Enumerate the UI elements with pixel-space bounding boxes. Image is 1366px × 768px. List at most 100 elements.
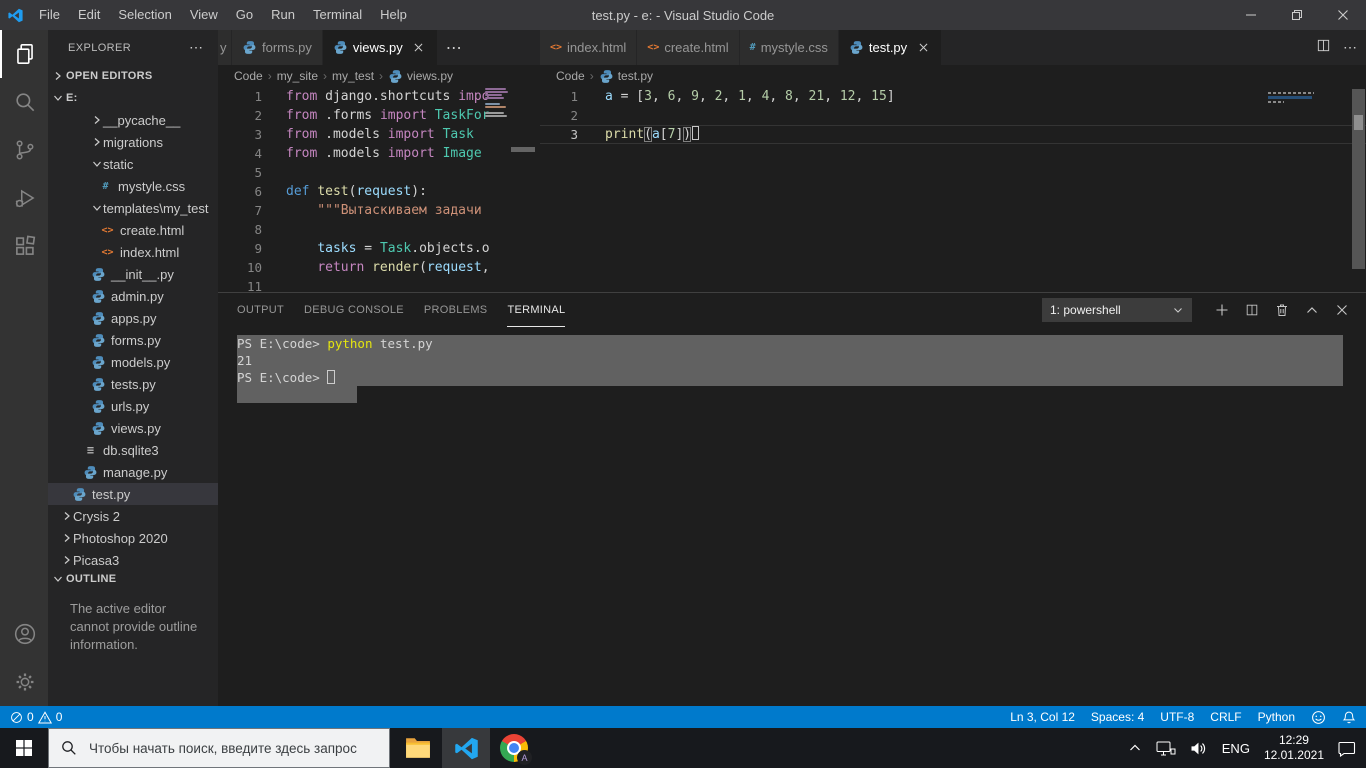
tree-item-photoshop-2020[interactable]: Photoshop 2020 <box>48 527 218 549</box>
menu-run[interactable]: Run <box>262 7 304 22</box>
panel-tab-problems[interactable]: PROBLEMS <box>424 293 488 327</box>
status-ln[interactable]: Ln 3, Col 12 <box>1010 710 1075 724</box>
python-file-icon <box>333 40 348 55</box>
tree-item-migrations[interactable]: migrations <box>48 131 218 153</box>
tree-item-urls-py[interactable]: urls.py <box>48 395 218 417</box>
tree-item-models-py[interactable]: models.py <box>48 351 218 373</box>
editor-area: y forms.py views.py ⋯ Code › my_site › my_test ›… <box>218 30 1366 292</box>
action-center-icon[interactable] <box>1338 740 1356 757</box>
open-editors-section[interactable]: OPEN EDITORS <box>48 65 218 87</box>
tree-item-manage-py[interactable]: manage.py <box>48 461 218 483</box>
breadcrumb[interactable]: Code › my_site › my_test › views.py <box>218 65 540 87</box>
menu-edit[interactable]: Edit <box>69 7 109 22</box>
status-python[interactable]: Python <box>1258 710 1295 724</box>
file-explorer-taskbar-button[interactable] <box>394 728 442 768</box>
close-tab-icon[interactable] <box>915 40 931 56</box>
tab-create-html[interactable]: <> create.html <box>637 30 740 65</box>
kill-terminal-button[interactable] <box>1272 300 1292 320</box>
python-file-icon <box>71 487 88 502</box>
editor-group-right[interactable]: <> index.html <> create.html # mystyle.css tes… <box>540 30 1366 292</box>
menu-terminal[interactable]: Terminal <box>304 7 371 22</box>
taskbar-clock[interactable]: 12:29 12.01.2021 <box>1264 733 1324 763</box>
tab-y[interactable]: y <box>218 30 232 65</box>
vertical-scrollbar[interactable] <box>1352 89 1365 269</box>
status-spaces[interactable]: Spaces: 4 <box>1091 710 1144 724</box>
problems-indicator[interactable]: 0 0 <box>10 710 62 724</box>
source-control-activity-icon[interactable] <box>0 126 48 174</box>
code-editor-test[interactable]: 1a = [3, 6, 9, 2, 1, 4, 8, 21, 12, 15] 2 3… <box>540 87 1366 292</box>
minimize-button[interactable] <box>1228 0 1274 30</box>
close-tab-icon[interactable] <box>411 40 427 56</box>
scrollbar-slider[interactable] <box>511 147 535 152</box>
debug-activity-icon[interactable] <box>0 174 48 222</box>
terminal[interactable]: PS E:\code> python test.py 21 PS E:\code> <box>218 327 1366 403</box>
menu-go[interactable]: Go <box>227 7 262 22</box>
minimap[interactable] <box>485 88 510 118</box>
restore-button[interactable] <box>1274 0 1320 30</box>
tree-item-views-py[interactable]: views.py <box>48 417 218 439</box>
gear-activity-icon[interactable] <box>0 658 48 706</box>
new-terminal-button[interactable] <box>1212 300 1232 320</box>
tree-item-db-sqlite3[interactable]: ≡ db.sqlite3 <box>48 439 218 461</box>
split-terminal-button[interactable] <box>1242 300 1262 320</box>
vscode-taskbar-button[interactable] <box>442 728 490 768</box>
panel-tab-output[interactable]: OUTPUT <box>237 293 284 327</box>
tree-item-tests-py[interactable]: tests.py <box>48 373 218 395</box>
tree-item-forms-py[interactable]: forms.py <box>48 329 218 351</box>
tab-views-py[interactable]: views.py <box>322 30 438 65</box>
tree-item-create-html[interactable]: <> create.html <box>48 219 218 241</box>
network-icon[interactable] <box>1156 740 1176 757</box>
menu-selection[interactable]: Selection <box>109 7 180 22</box>
panel-tab-debug-console[interactable]: DEBUG CONSOLE <box>304 293 404 327</box>
menu-view[interactable]: View <box>181 7 227 22</box>
notifications-bell-icon[interactable] <box>1342 710 1356 725</box>
folder-section-header[interactable]: E: <box>48 87 218 109</box>
chrome-taskbar-button[interactable]: A <box>490 728 538 768</box>
explorer-more-actions-button[interactable]: ⋯ <box>189 39 204 56</box>
tree-item-static[interactable]: static <box>48 153 218 175</box>
tab-overflow-button[interactable]: ⋯ <box>438 30 470 65</box>
status-crlf[interactable]: CRLF <box>1210 710 1241 724</box>
tree-item-mystyle-css[interactable]: # mystyle.css <box>48 175 218 197</box>
extensions-activity-icon[interactable] <box>0 222 48 270</box>
code-line-9: 9 tasks = Task.objects.o <box>254 241 490 256</box>
python-file-icon <box>599 69 614 84</box>
tree-item-test-py[interactable]: test.py <box>48 483 218 505</box>
close-panel-button[interactable] <box>1332 300 1352 320</box>
panel-tab-terminal[interactable]: TERMINAL <box>507 293 566 327</box>
hidden-icons-chevron-icon[interactable] <box>1128 741 1142 755</box>
tree-item-admin-py[interactable]: admin.py <box>48 285 218 307</box>
tab-test-py[interactable]: test.py <box>838 30 943 65</box>
taskbar-search-box[interactable]: Чтобы начать поиск, введите здесь запрос <box>48 728 390 768</box>
editor-group-left[interactable]: y forms.py views.py ⋯ Code › my_site › my_test ›… <box>218 30 540 292</box>
tree-item-crysis-2[interactable]: Crysis 2 <box>48 505 218 527</box>
menu-help[interactable]: Help <box>371 7 416 22</box>
maximize-panel-button[interactable] <box>1302 300 1322 320</box>
outline-section-header[interactable]: OUTLINE <box>48 568 218 590</box>
account-activity-icon[interactable] <box>0 610 48 658</box>
search-activity-icon[interactable] <box>0 78 48 126</box>
start-button[interactable] <box>0 728 48 768</box>
breadcrumb[interactable]: Code › test.py <box>540 65 1366 87</box>
tab-index-html[interactable]: <> index.html <box>540 30 638 65</box>
menu-file[interactable]: File <box>30 7 69 22</box>
chevron-right-icon <box>91 137 103 147</box>
feedback-smiley-icon[interactable] <box>1311 710 1326 725</box>
tree-item--init-py[interactable]: __init__.py <box>48 263 218 285</box>
split-editor-button[interactable] <box>1316 38 1331 58</box>
tab-mystyle-css[interactable]: # mystyle.css <box>739 30 839 65</box>
tab-forms-py[interactable]: forms.py <box>232 30 323 65</box>
language-indicator[interactable]: ENG <box>1222 741 1250 756</box>
editor-more-actions-button[interactable]: ⋯ <box>1343 39 1358 56</box>
volume-icon[interactable] <box>1190 741 1208 756</box>
tree-item-templates-my-test[interactable]: templates\my_test <box>48 197 218 219</box>
tree-item-index-html[interactable]: <> index.html <box>48 241 218 263</box>
terminal-select[interactable]: 1: powershell <box>1042 298 1192 322</box>
minimap[interactable] <box>1268 92 1318 105</box>
status-utf-8[interactable]: UTF-8 <box>1160 710 1194 724</box>
tree-item--pycache-[interactable]: __pycache__ <box>48 109 218 131</box>
python-file-icon <box>82 465 99 480</box>
tree-item-apps-py[interactable]: apps.py <box>48 307 218 329</box>
close-window-button[interactable] <box>1320 0 1366 30</box>
files-activity-icon[interactable] <box>0 30 48 78</box>
